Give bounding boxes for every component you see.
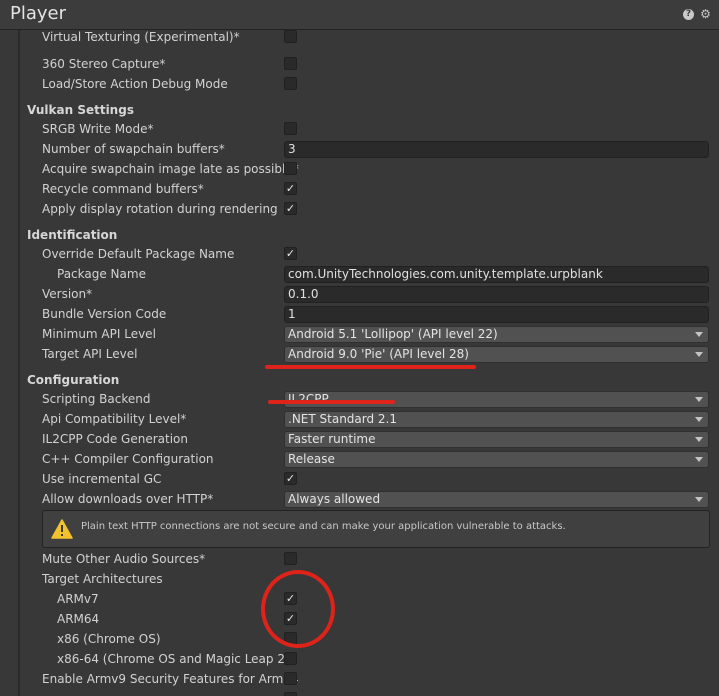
settings-sliders-icon[interactable]: ⚙ <box>700 8 711 20</box>
chevron-down-icon <box>695 457 703 462</box>
target-arch-label: Target Architectures <box>42 572 163 586</box>
arm64-label: ARM64 <box>57 612 100 626</box>
chevron-down-icon <box>695 417 703 422</box>
apply-rotation-checkbox[interactable]: ✓ <box>284 202 297 215</box>
scripting-backend-label: Scripting Backend <box>42 392 151 406</box>
armv7-label: ARMv7 <box>57 592 99 606</box>
il2cpp-codegen-dropdown[interactable]: Faster runtime <box>284 431 709 448</box>
annotation-underline-scripting-backend <box>268 400 395 404</box>
api-compat-dropdown[interactable]: .NET Standard 2.1 <box>284 411 709 428</box>
mute-audio-checkbox[interactable] <box>284 552 297 565</box>
cutoff-checkbox[interactable] <box>284 692 297 696</box>
load-store-debug-checkbox[interactable] <box>284 77 297 90</box>
apply-rotation-label: Apply display rotation during rendering <box>42 202 278 216</box>
chevron-down-icon <box>695 437 703 442</box>
vulkan-settings-header[interactable]: Vulkan Settings <box>27 100 134 120</box>
load-store-debug-label: Load/Store Action Debug Mode <box>42 77 228 91</box>
annotation-circle-architectures <box>261 570 335 648</box>
settings-panel: Virtual Texturing (Experimental)* 360 St… <box>18 30 719 696</box>
min-api-dropdown[interactable]: Android 5.1 'Lollipop' (API level 22) <box>284 326 709 343</box>
bundle-version-code-input[interactable]: 1 <box>284 306 709 323</box>
target-api-value: Android 9.0 'Pie' (API level 28) <box>288 347 469 361</box>
incremental-gc-checkbox[interactable]: ✓ <box>284 472 297 485</box>
swapchain-buffers-input[interactable]: 3 <box>284 141 709 158</box>
recycle-command-label: Recycle command buffers* <box>42 182 204 196</box>
http-warning-text: Plain text HTTP connections are not secu… <box>81 521 566 532</box>
help-icon[interactable]: ? <box>683 9 694 20</box>
stereo-capture-checkbox[interactable] <box>284 57 297 70</box>
stereo-capture-label: 360 Stereo Capture* <box>42 57 166 71</box>
api-compat-value: .NET Standard 2.1 <box>288 412 398 426</box>
allow-http-dropdown[interactable]: Always allowed <box>284 491 709 508</box>
target-api-dropdown[interactable]: Android 9.0 'Pie' (API level 28) <box>284 346 709 363</box>
cpp-compiler-value: Release <box>288 452 335 466</box>
override-package-label: Override Default Package Name <box>42 247 235 261</box>
mute-audio-label: Mute Other Audio Sources* <box>42 552 206 566</box>
override-package-checkbox[interactable]: ✓ <box>284 247 297 260</box>
warning-icon <box>51 519 73 539</box>
srgb-write-label: SRGB Write Mode* <box>42 122 154 136</box>
window-title: Player <box>10 3 67 24</box>
virtual-texturing-label: Virtual Texturing (Experimental)* <box>42 30 240 44</box>
title-bar: Player ? ⚙ <box>0 0 719 30</box>
cpp-compiler-label: C++ Compiler Configuration <box>42 452 214 466</box>
chevron-down-icon <box>695 397 703 402</box>
package-name-label: Package Name <box>57 267 146 281</box>
configuration-header[interactable]: Configuration <box>27 370 119 390</box>
il2cpp-codegen-value: Faster runtime <box>288 432 376 446</box>
player-settings-window: Player ? ⚙ Virtual Texturing (Experiment… <box>0 0 719 696</box>
srgb-write-checkbox[interactable] <box>284 122 297 135</box>
identification-header[interactable]: Identification <box>27 225 117 245</box>
package-name-input[interactable]: com.UnityTechnologies.com.unity.template… <box>284 266 709 283</box>
annotation-underline-target-api <box>265 365 476 369</box>
x86-label: x86 (Chrome OS) <box>57 632 161 646</box>
min-api-value: Android 5.1 'Lollipop' (API level 22) <box>288 327 498 341</box>
target-api-label: Target API Level <box>42 347 138 361</box>
acquire-swapchain-label: Acquire swapchain image late as possible… <box>42 162 299 176</box>
cpp-compiler-dropdown[interactable]: Release <box>284 451 709 468</box>
api-compat-label: Api Compatibility Level* <box>42 412 187 426</box>
recycle-command-checkbox[interactable]: ✓ <box>284 182 297 195</box>
version-label: Version* <box>42 287 93 301</box>
armv9-security-label: Enable Armv9 Security Features for Arm64 <box>42 672 299 686</box>
chevron-down-icon <box>695 497 703 502</box>
http-warning-box: Plain text HTTP connections are not secu… <box>42 510 710 548</box>
x86-64-label: x86-64 (Chrome OS and Magic Leap 2) <box>57 652 290 666</box>
swapchain-buffers-label: Number of swapchain buffers* <box>42 142 225 156</box>
il2cpp-codegen-label: IL2CPP Code Generation <box>42 432 189 446</box>
armv9-security-checkbox[interactable] <box>284 672 297 685</box>
chevron-down-icon <box>695 332 703 337</box>
version-input[interactable]: 0.1.0 <box>284 286 709 303</box>
allow-http-value: Always allowed <box>288 492 381 506</box>
virtual-texturing-checkbox[interactable] <box>284 30 297 43</box>
min-api-label: Minimum API Level <box>42 327 156 341</box>
chevron-down-icon <box>695 352 703 357</box>
acquire-swapchain-checkbox[interactable] <box>284 162 297 175</box>
allow-http-label: Allow downloads over HTTP* <box>42 492 214 506</box>
bundle-version-code-label: Bundle Version Code <box>42 307 167 321</box>
incremental-gc-label: Use incremental GC <box>42 472 162 486</box>
x86-64-checkbox[interactable] <box>284 652 297 665</box>
